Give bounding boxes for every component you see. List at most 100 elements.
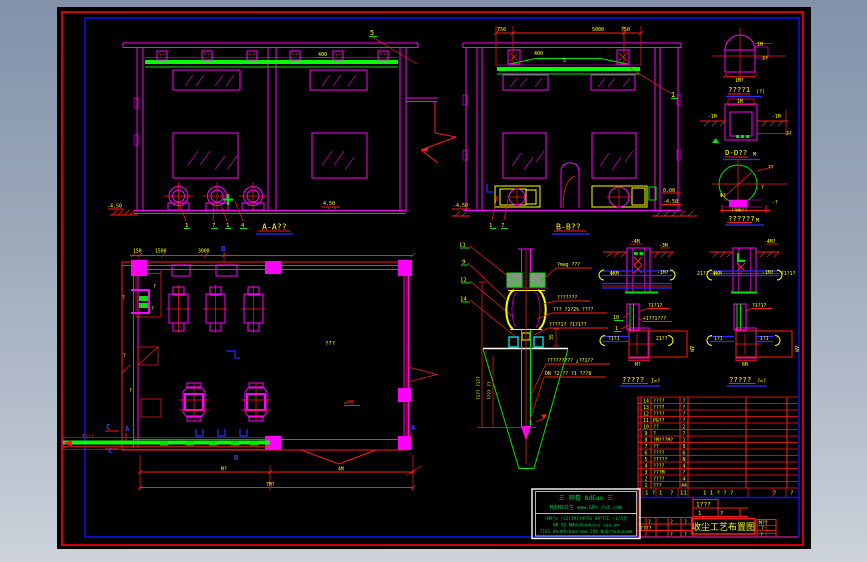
stamp-cell: ? bbox=[760, 533, 763, 539]
bom-footer-cell: ? bbox=[670, 491, 673, 497]
center-note: ????????? ¿??1?? bbox=[547, 358, 593, 364]
plan-marker-b-bottom: B bbox=[234, 453, 239, 462]
bom-cell-no: 13 bbox=[643, 405, 649, 411]
bb-elev-right-top: 0.00 bbox=[663, 188, 675, 194]
watermark-line: 7191 NndH9sHadraam 291 NdQrtudnaumm bbox=[540, 529, 633, 535]
node4-pipe: 1?1 bbox=[760, 336, 769, 342]
bom-cell-name: ???? bbox=[653, 463, 665, 469]
center-note: ??? ?1?2% ???? bbox=[553, 307, 594, 313]
node4-title: ????? bbox=[729, 375, 751, 384]
watermark-line: 三 网看 NdEao 三 bbox=[559, 494, 614, 502]
aa-view-title: A-A?? bbox=[262, 222, 287, 232]
dd-dim: 3? bbox=[786, 131, 792, 137]
titleblock-cell: ? bbox=[684, 520, 687, 526]
plan-dim: 150 bbox=[133, 249, 142, 255]
bom-cell-qty: N bbox=[683, 457, 686, 463]
watermark-line: +M9°o /s2(5M7)9F5S B9°F工 ÷1/5元 bbox=[545, 516, 628, 522]
center-note: ??????? bbox=[557, 295, 577, 301]
bom-cell-no: 6 bbox=[645, 450, 648, 456]
circle-dim: Φ? bbox=[720, 193, 726, 199]
node3-scale: I=? bbox=[651, 379, 660, 385]
aa-item-tag: 1 bbox=[226, 223, 229, 229]
bom-footer-cell: 1 ? bbox=[645, 491, 655, 497]
circle-dim: ? bbox=[761, 185, 764, 191]
titleblock-code: 1??? bbox=[696, 502, 711, 509]
node3-callout: 10 bbox=[613, 315, 619, 321]
arch-dim: 3? bbox=[762, 56, 768, 62]
titleblock-cell: ? bbox=[648, 520, 651, 526]
dd-dim: 1M bbox=[737, 99, 743, 105]
bb-elev-right-bot: -4.50 bbox=[663, 199, 678, 205]
bom-footer-cell: ? bbox=[790, 491, 793, 497]
node1-pipe: ΦKM bbox=[610, 271, 619, 277]
plan-qmark: ? bbox=[153, 284, 156, 290]
bom-cell-qty: 1 bbox=[683, 437, 686, 443]
center-callout: 14 bbox=[460, 297, 467, 303]
center-callout: 9 bbox=[462, 260, 465, 266]
plan-room-label: ??? bbox=[325, 341, 335, 347]
node3-pipe: 21?? bbox=[656, 336, 668, 342]
bom-cell-qty: 9 bbox=[683, 444, 686, 450]
drawing-canvas[interactable]: 14????? 13????? 12????? 11 PG??? 10?? 2 9?? 8 ?M?… bbox=[57, 7, 811, 549]
node1-pipe: -1M? bbox=[657, 270, 669, 276]
node4-dim: 6M bbox=[742, 362, 748, 368]
arch-scale: (?) bbox=[756, 89, 765, 95]
node3-title: ????? bbox=[622, 375, 644, 384]
aa-elev-left: -4.50 bbox=[107, 204, 122, 210]
view-plan bbox=[62, 252, 438, 491]
node-1 bbox=[598, 243, 676, 294]
node4-pipe: 1?1 bbox=[714, 336, 723, 342]
dd-title: D-D?? bbox=[725, 148, 747, 157]
bom-cell-name: ????? bbox=[653, 457, 668, 463]
bom-cell-no: 2 bbox=[645, 476, 648, 482]
arch-dim: 1M? bbox=[735, 78, 744, 84]
bom-cell-name: ?? bbox=[653, 444, 659, 450]
bom-cell-qty: 2 bbox=[683, 424, 686, 430]
bom-cell-name: ???M bbox=[653, 470, 665, 476]
bom-cell-no: 14 bbox=[643, 398, 649, 404]
titleblock-cell: ? bbox=[670, 532, 673, 538]
aa-item-tag: 1 bbox=[185, 223, 188, 229]
sheet-border bbox=[61, 11, 804, 546]
bom-cell-qty: ? bbox=[683, 470, 686, 476]
dd-elev: -1M bbox=[772, 114, 781, 120]
dd-elev: -1M bbox=[708, 114, 717, 120]
plan-qmark: ? bbox=[151, 306, 154, 312]
watermark-line: 6M 95 NMdc9naduuni cau.um bbox=[553, 523, 619, 529]
drawing-svg: 14???? ?13???? ?12???? ?11 PG?? ?10?? 29? ?8 ?M?… bbox=[61, 11, 804, 546]
arch-title: ????1 bbox=[728, 85, 750, 94]
plan-marker-a-left: A bbox=[125, 424, 130, 433]
bom-footer-cell: 11 bbox=[680, 491, 687, 497]
bom-cell-qty: ? bbox=[683, 418, 686, 424]
bb-dim: 750 bbox=[497, 27, 506, 33]
bom-footer-cell: 1 bbox=[659, 491, 662, 497]
bom-cell-qty: ? bbox=[683, 431, 686, 437]
node3-pipe: ?1?1 bbox=[608, 336, 620, 342]
center-note: ????1? ?1?1?? bbox=[549, 322, 587, 328]
view-aa bbox=[108, 36, 457, 235]
bb-elev-left: -4.50 bbox=[453, 203, 468, 209]
bom-cell-name: ???? bbox=[653, 405, 665, 411]
center-callout: 12 bbox=[460, 278, 467, 284]
bom-cell-qty: 44 bbox=[681, 483, 687, 489]
aa-dim-400: 400 bbox=[318, 52, 327, 58]
circle-scale: M bbox=[756, 218, 759, 224]
plan-dim-bottom: 7M? bbox=[266, 482, 275, 488]
bom-cell-qty: ? bbox=[683, 405, 686, 411]
node4-note: ?1?1? bbox=[752, 303, 767, 309]
node-4 bbox=[706, 303, 793, 387]
plan-dim: 3000 bbox=[198, 249, 210, 255]
bom-cell-no: 3 bbox=[645, 470, 648, 476]
bom-cell-no: 7 bbox=[645, 444, 648, 450]
app-window: 14????? 13????? 12????? 11 PG??? 10?? 2 9?? 8 ?M?… bbox=[0, 0, 867, 562]
plan-dim-bottom: M? bbox=[221, 467, 227, 473]
titleblock-cell: ???? bbox=[640, 526, 652, 532]
bb-item-tag: 1 bbox=[489, 223, 492, 229]
center-note: DN ?2 ?? ?1 ???8 bbox=[545, 371, 591, 377]
bb-dim: 5000 bbox=[592, 27, 604, 33]
center-vdim: ?1?? ?1?? bbox=[476, 376, 482, 400]
aa-callout-5: 5 bbox=[370, 29, 374, 37]
plan-dim: 1500 bbox=[155, 249, 167, 255]
plan-qmark: ? bbox=[122, 295, 125, 301]
node1-elev: -4M bbox=[631, 239, 640, 245]
